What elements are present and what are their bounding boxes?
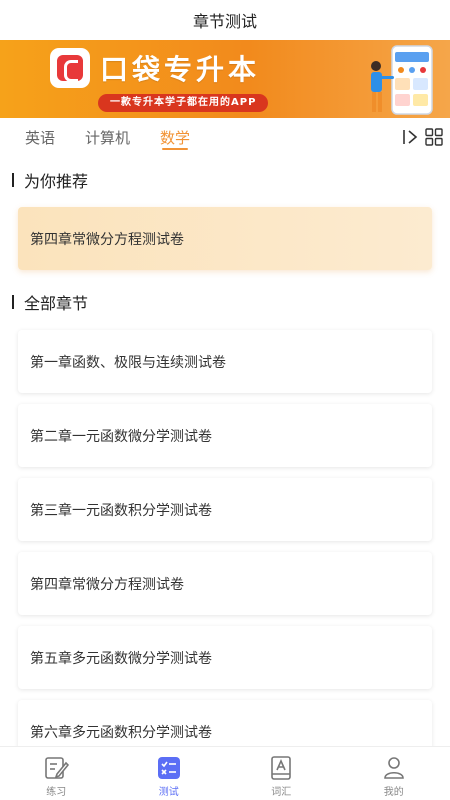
chapter-card[interactable]: 第一章函数、极限与连续测试卷 [18, 330, 432, 393]
tab-math[interactable]: 数学 [160, 118, 190, 158]
section-bar [12, 173, 14, 187]
tab-computer[interactable]: 计算机 [85, 118, 130, 158]
person-icon [383, 757, 404, 779]
scroll-right-icon[interactable] [400, 127, 420, 147]
title-bar: 章节测试 [0, 0, 450, 40]
chapter-label: 第一章函数、极限与连续测试卷 [30, 354, 226, 371]
recommended-card-label: 第四章常微分方程测试卷 [30, 231, 184, 248]
chapter-label: 第五章多元函数微分学测试卷 [30, 650, 212, 667]
section-all-chapters: 全部章节 [12, 290, 88, 314]
recommended-card[interactable]: 第四章常微分方程测试卷 [18, 207, 432, 270]
tab-english[interactable]: 英语 [25, 118, 55, 158]
promo-banner[interactable]: 口袋专升本 一款专升本学子都在用的APP [0, 40, 450, 118]
nav-profile[interactable]: 我的 [338, 747, 450, 800]
section-recommended-title: 为你推荐 [24, 172, 89, 191]
tab-tools [400, 127, 444, 147]
app-logo-icon [50, 48, 90, 88]
section-bar [12, 295, 14, 309]
section-all-chapters-title: 全部章节 [24, 294, 89, 313]
nav-profile-label: 我的 [383, 787, 404, 798]
nav-test[interactable]: 测试 [113, 747, 226, 800]
nav-vocabulary-label: 词汇 [271, 787, 292, 798]
banner-brand: 口袋专升本 [100, 53, 261, 86]
grid-icon[interactable] [424, 127, 444, 147]
nav-test-label: 测试 [158, 787, 179, 798]
chapter-card[interactable]: 第五章多元函数微分学测试卷 [18, 626, 432, 689]
nav-vocabulary[interactable]: 词汇 [225, 747, 338, 800]
chapter-card[interactable]: 第二章一元函数微分学测试卷 [18, 404, 432, 467]
nav-practice-label: 练习 [46, 787, 67, 798]
pencil-icon [45, 757, 70, 779]
bottom-nav: 练习 测试 词汇 我的 [0, 746, 450, 800]
chapter-card[interactable]: 第四章常微分方程测试卷 [18, 552, 432, 615]
banner-slogan: 一款专升本学子都在用的APP [98, 94, 269, 112]
chapter-card[interactable]: 第三章一元函数积分学测试卷 [18, 478, 432, 541]
page-title: 章节测试 [192, 12, 257, 31]
chapter-label: 第二章一元函数微分学测试卷 [30, 428, 212, 445]
section-recommended: 为你推荐 [12, 168, 88, 192]
banner-illustration-icon [371, 45, 433, 115]
book-icon [271, 756, 292, 780]
app-screen: 章节测试 口袋专升本 一款专升本学子都在用的APP 英语 计算机 数学 为你推荐… [0, 0, 450, 800]
nav-practice[interactable]: 练习 [0, 747, 113, 800]
chapter-label: 第三章一元函数积分学测试卷 [30, 502, 212, 519]
chapter-label: 第四章常微分方程测试卷 [30, 576, 184, 593]
chapter-label: 第六章多元函数积分学测试卷 [30, 724, 212, 741]
subject-tabs: 英语 计算机 数学 [0, 118, 450, 158]
test-list-icon [157, 757, 180, 779]
